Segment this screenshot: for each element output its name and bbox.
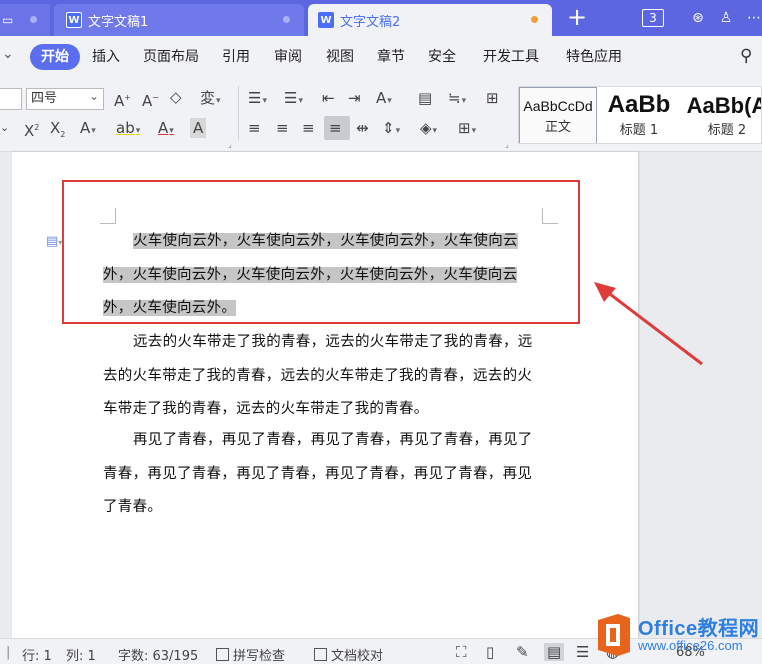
tab-document-1-label: 文字文稿1 bbox=[88, 14, 149, 30]
tab-previous[interactable]: ▭ bbox=[0, 4, 50, 36]
style-name: 标题 1 bbox=[619, 123, 659, 138]
menu-insert[interactable]: 插入 bbox=[92, 46, 120, 66]
char-shading-icon[interactable]: A bbox=[190, 118, 207, 138]
edit-pen-icon[interactable]: ✎ bbox=[516, 643, 529, 661]
menu-start[interactable]: 开始 bbox=[30, 44, 80, 70]
strikethrough-dropdown-icon[interactable]: ⌄ bbox=[0, 118, 9, 138]
font-color-icon[interactable]: A bbox=[158, 118, 174, 141]
more-icon[interactable]: ⋯ bbox=[744, 8, 762, 28]
sync-icon[interactable]: ⊛ bbox=[688, 8, 708, 28]
distribute-icon[interactable]: ⇹ bbox=[356, 118, 369, 138]
style-preview: AaBb(A bbox=[686, 93, 762, 118]
chinese-layout-icon[interactable]: ▤ bbox=[418, 88, 432, 108]
paragraph-2[interactable]: 远去的火车带走了我的青春，远去的火车带走了我的青春，远去的火车带走了我的青春，远… bbox=[103, 326, 545, 427]
tab-document-2-label: 文字文稿2 bbox=[340, 14, 401, 30]
superscript-icon[interactable]: X2 bbox=[24, 118, 39, 141]
bullet-list-icon[interactable]: ☰ bbox=[248, 88, 267, 111]
spellcheck-toggle[interactable]: 拼写检查 bbox=[216, 645, 285, 664]
watermark-url: www.office26.com bbox=[638, 638, 743, 653]
phonetic-guide-icon[interactable]: 変 bbox=[200, 88, 221, 111]
align-right-icon[interactable]: ≡ bbox=[302, 118, 315, 138]
line-spacing-icon[interactable]: ⇕ bbox=[382, 118, 400, 141]
separator bbox=[238, 86, 239, 140]
annotation-arrow bbox=[594, 282, 703, 366]
font-name-dropdown[interactable] bbox=[0, 88, 22, 110]
subscript-icon[interactable]: X2 bbox=[50, 118, 65, 145]
increase-indent-icon[interactable]: ⇥ bbox=[348, 88, 361, 108]
highlight-color-icon[interactable]: ab bbox=[116, 118, 140, 141]
file-menu-chevron-icon[interactable]: ⌄ bbox=[2, 46, 14, 62]
menu-page-layout[interactable]: 页面布局 bbox=[143, 46, 199, 66]
align-center-icon[interactable]: ≡ bbox=[276, 118, 289, 138]
menu-references[interactable]: 引用 bbox=[222, 46, 250, 66]
read-mode-icon[interactable]: ▯ bbox=[486, 643, 494, 661]
tab-dot bbox=[30, 16, 37, 23]
tab-count-badge[interactable]: 3 bbox=[642, 9, 664, 27]
page-view-icon[interactable]: ▤ bbox=[544, 643, 565, 661]
window-icon: ▭ bbox=[2, 13, 14, 27]
unsaved-dot[interactable] bbox=[531, 16, 538, 23]
watermark-title: Office教程网 bbox=[638, 618, 760, 640]
style-name: 正文 bbox=[544, 120, 571, 135]
status-row: 行: 1 bbox=[22, 649, 52, 664]
office-logo-icon bbox=[598, 614, 630, 656]
status-column: 列: 1 bbox=[66, 649, 96, 664]
shrink-font-icon[interactable]: A− bbox=[142, 88, 159, 111]
table-border-icon[interactable]: ⊞ bbox=[486, 88, 499, 108]
decrease-indent-icon[interactable]: ⇤ bbox=[322, 88, 335, 108]
site-watermark: Office教程网 www.office26.com bbox=[594, 608, 762, 664]
style-normal[interactable]: AaBbCcDd 正文 bbox=[519, 87, 597, 143]
paragraph-group-launcher-icon[interactable]: ⌟ bbox=[505, 140, 509, 149]
menu-review[interactable]: 审阅 bbox=[274, 46, 302, 66]
paragraph-sort-icon[interactable]: ≒ bbox=[448, 88, 466, 111]
paragraph-text[interactable]: 远去的火车带走了我的青春，远去的火车带走了我的青春，远去的火车带走了我的青春，远… bbox=[103, 334, 533, 417]
clear-format-icon[interactable]: ◇ bbox=[170, 87, 182, 107]
tab-close-dot[interactable] bbox=[283, 16, 290, 23]
shading-fill-icon[interactable]: ◈ bbox=[420, 118, 437, 141]
status-divider: | bbox=[6, 645, 11, 660]
change-case-icon[interactable]: A bbox=[376, 88, 392, 111]
tab-document-1[interactable]: W 文字文稿1 bbox=[54, 4, 304, 36]
tab-document-2[interactable]: W 文字文稿2 bbox=[308, 4, 552, 36]
justify-icon[interactable]: ≡ bbox=[329, 118, 342, 138]
annotation-highlight-box bbox=[62, 180, 580, 324]
fullscreen-icon[interactable]: ⛶ bbox=[456, 643, 467, 661]
grow-font-icon[interactable]: A+ bbox=[114, 88, 131, 111]
numbered-list-icon[interactable]: ☰ bbox=[284, 88, 303, 111]
title-bar: ▭ W 文字文稿1 W 文字文稿2 + 3 ⊛ ♙ ⋯ bbox=[0, 0, 762, 36]
proofread-button[interactable]: 文档校对 bbox=[314, 645, 383, 664]
paragraph-3[interactable]: 再见了青春，再见了青春，再见了青春，再见了青春，再见了青春，再见了青春，再见了青… bbox=[103, 424, 545, 525]
outline-view-icon[interactable]: ☰ bbox=[576, 643, 589, 661]
new-tab-button[interactable]: + bbox=[560, 4, 594, 32]
menu-chapter[interactable]: 章节 bbox=[377, 46, 405, 66]
styles-gallery: AaBbCcDd 正文 AaBb 标题 1 AaBb(A 标题 2 bbox=[518, 86, 762, 144]
menu-developer-tools[interactable]: 开发工具 bbox=[483, 46, 539, 66]
wps-writer-icon: W bbox=[318, 12, 334, 28]
menu-bar: ⌄ 开始 插入 页面布局 引用 审阅 视图 章节 安全 开发工具 特色应用 ⚲ bbox=[0, 36, 762, 78]
menu-security[interactable]: 安全 bbox=[428, 46, 456, 66]
word-count[interactable]: 字数: 63/195 bbox=[118, 645, 198, 664]
skin-icon[interactable]: ♙ bbox=[716, 8, 736, 28]
style-preview: AaBbCcDd bbox=[523, 98, 593, 114]
font-size-dropdown[interactable]: 四号 bbox=[26, 86, 104, 110]
wps-writer-icon: W bbox=[66, 12, 82, 28]
style-heading-1[interactable]: AaBb 标题 1 bbox=[599, 87, 679, 143]
search-icon[interactable]: ⚲ bbox=[740, 46, 752, 66]
paragraph-text[interactable]: 再见了青春，再见了青春，再见了青春，再见了青春，再见了青春，再见了青春，再见了青… bbox=[103, 432, 533, 515]
page-background-right bbox=[640, 152, 762, 638]
style-preview: AaBb bbox=[607, 91, 671, 118]
menu-view[interactable]: 视图 bbox=[326, 46, 354, 66]
align-left-icon[interactable]: ≡ bbox=[248, 118, 261, 138]
text-effect-icon[interactable]: A bbox=[80, 118, 96, 141]
ribbon-toolbar: 四号 A+ A− ◇ 変 ⌄ X2 X2 A ab A A ⌟ ☰ ☰ ⇤ ⇥ … bbox=[0, 78, 762, 152]
borders-icon[interactable]: ⊞ bbox=[458, 118, 476, 141]
paragraph-handle-icon[interactable]: ▤▾ bbox=[46, 234, 62, 249]
style-heading-2[interactable]: AaBb(A 标题 2 bbox=[677, 87, 762, 143]
font-group-launcher-icon[interactable]: ⌟ bbox=[228, 140, 232, 149]
menu-special-apps[interactable]: 特色应用 bbox=[566, 46, 622, 66]
style-name: 标题 2 bbox=[707, 123, 747, 138]
